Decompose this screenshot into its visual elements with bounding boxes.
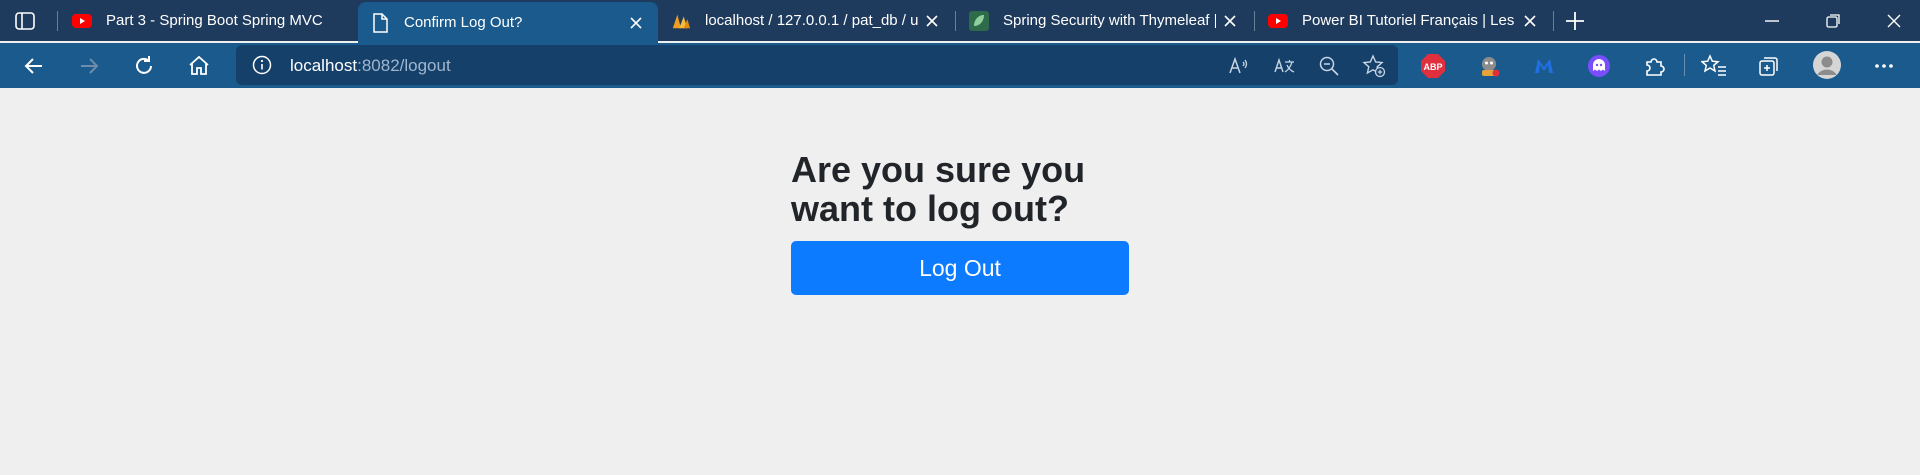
more-menu-icon[interactable] [1869,51,1899,81]
phpmyadmin-icon [671,11,691,31]
tab-separator [1254,11,1255,31]
tab-actions-icon[interactable] [14,10,36,32]
translate-icon[interactable] [1271,53,1297,79]
tab-power-bi[interactable]: Power BI Tutoriel Français | Les b [1256,0,1552,41]
tab-separator [57,11,58,31]
tab-title: Confirm Log Out? [404,14,523,31]
tab-confirm-logout[interactable]: Confirm Log Out? [358,2,658,43]
adblock-plus-icon[interactable]: ABP [1418,51,1448,81]
adblock-label: ABP [1423,62,1442,72]
logout-question: Are you sure you want to log out? [791,149,1086,229]
tab-strip: Part 3 - Spring Boot Spring MVC Confirm … [0,0,1920,43]
close-tab-icon[interactable] [1216,7,1244,35]
close-tab-icon[interactable] [622,9,650,37]
restore-icon[interactable] [1820,8,1846,34]
tab-title: localhost / 127.0.0.1 / pat_db / u [705,12,918,29]
extensions-puzzle-icon[interactable] [1639,51,1669,81]
tab-phpmyadmin[interactable]: localhost / 127.0.0.1 / pat_db / u [659,0,954,41]
new-tab-icon[interactable] [1563,9,1587,33]
tab-title: Spring Security with Thymeleaf | [1003,12,1216,29]
favorites-icon[interactable] [1699,51,1729,81]
forward-arrow-icon[interactable] [73,50,105,82]
tab-separator [1553,11,1554,31]
read-aloud-icon[interactable] [1226,53,1252,79]
refresh-icon[interactable] [128,50,160,82]
toolbar-separator [1684,54,1685,76]
ghost-extension-icon[interactable] [1584,51,1614,81]
url-host: localhost [290,56,358,75]
tab-spring-security[interactable]: Spring Security with Thymeleaf | [957,0,1252,41]
close-tab-icon[interactable] [918,7,946,35]
extension-helper-icon[interactable] [1474,51,1504,81]
site-info-icon[interactable] [252,55,272,75]
minimize-icon[interactable] [1759,8,1785,34]
malwarebytes-icon[interactable] [1529,51,1559,81]
zoom-out-icon[interactable] [1316,53,1342,79]
back-arrow-icon[interactable] [18,50,50,82]
home-icon[interactable] [183,50,215,82]
tab-title: Part 3 - Spring Boot Spring MVC [106,12,323,29]
leaf-icon [969,10,989,31]
url-path: :8082/logout [357,56,451,75]
youtube-icon [1268,11,1288,31]
page-content: Are you sure you want to log out? Log Ou… [0,88,1920,475]
url-text[interactable]: localhost:8082/logout [290,56,451,76]
logout-button[interactable]: Log Out [791,241,1129,295]
tab-separator [955,11,956,31]
add-favorite-icon[interactable] [1361,53,1387,79]
youtube-icon [72,11,92,31]
close-tab-icon[interactable] [1516,7,1544,35]
collections-icon[interactable] [1754,51,1784,81]
tab-youtube-spring[interactable]: Part 3 - Spring Boot Spring MVC [60,0,353,41]
close-window-icon[interactable] [1881,8,1907,34]
page-icon [370,12,390,33]
profile-avatar[interactable] [1811,49,1843,81]
browser-toolbar: localhost:8082/logout ABP [0,43,1920,88]
address-bar[interactable]: localhost:8082/logout [236,45,1398,85]
tab-title: Power BI Tutoriel Français | Les b [1302,12,1516,29]
